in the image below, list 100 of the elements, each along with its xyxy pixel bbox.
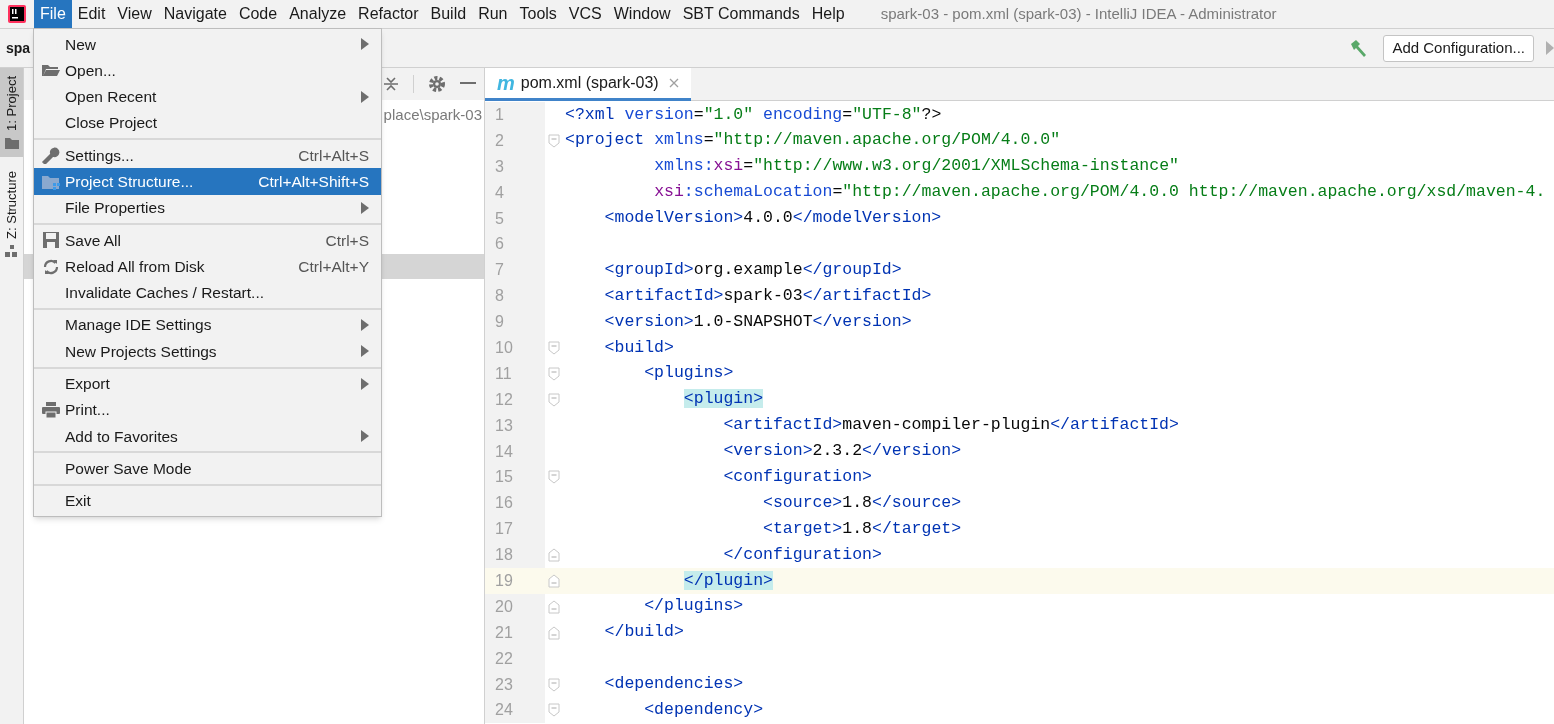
code-line: <artifactId>spark-03</artifactId>	[603, 284, 932, 307]
fold-marker-icon[interactable]	[548, 133, 560, 148]
menu-item[interactable]: Manage IDE Settings	[34, 311, 381, 339]
code-line: </plugins>	[643, 595, 744, 618]
line-number: 16	[495, 493, 513, 514]
code-line: <groupId>org.example</groupId>	[603, 258, 902, 281]
shortcut-label: Ctrl+Alt+S	[298, 145, 369, 166]
fold-marker-icon[interactable]	[548, 366, 560, 381]
line-number: 5	[495, 208, 504, 229]
project-path[interactable]: place\spark-03	[383, 103, 482, 127]
collapse-all-icon[interactable]	[383, 76, 399, 92]
editor-tab[interactable]: m pom.xml (spark-03)	[485, 68, 691, 101]
line-number: 17	[495, 519, 513, 540]
shortcut-label: Ctrl+S	[325, 230, 369, 251]
menu-item[interactable]: Exit	[34, 487, 381, 515]
menu-item[interactable]: Analyze	[283, 0, 353, 28]
menu-item[interactable]: Build	[424, 0, 473, 28]
menu-item[interactable]: Refactor	[352, 0, 425, 28]
line-number: 11	[495, 363, 512, 384]
code-line: <dependency>	[643, 699, 764, 722]
wrench-icon	[41, 146, 61, 165]
code-line: <artifactId>maven-compiler-plugin</artifactId>	[722, 414, 1179, 437]
fold-marker-icon[interactable]	[548, 677, 560, 692]
menu-item[interactable]: View	[111, 0, 158, 28]
code-line: <plugins>	[643, 362, 734, 385]
fold-marker-icon[interactable]	[548, 392, 560, 407]
menu-item[interactable]: Open...	[34, 57, 381, 84]
line-number: 23	[495, 674, 513, 695]
menu-item[interactable]: New	[34, 31, 381, 58]
minimize-icon[interactable]	[460, 82, 476, 86]
code-line: <project xmlns="http://maven.apache.org/POM/4.0.0"	[564, 129, 1061, 152]
line-number: 10	[495, 337, 513, 358]
menu-item[interactable]: File	[34, 0, 72, 28]
settings-icon[interactable]	[428, 75, 446, 93]
line-number: 14	[495, 441, 513, 462]
menu-item[interactable]: File Properties	[34, 194, 381, 222]
line-number: 24	[495, 700, 513, 721]
menu-item[interactable]: Export	[34, 370, 381, 397]
menu-item[interactable]: Settings... Ctrl+Alt+S	[34, 142, 381, 169]
line-number: 8	[495, 286, 504, 307]
line-number: 22	[495, 648, 513, 669]
line-number: 3	[495, 156, 504, 177]
line-number: 13	[495, 415, 513, 436]
line-number: 6	[495, 234, 504, 255]
code-line: <configuration>	[722, 466, 872, 489]
line-number: 15	[495, 467, 513, 488]
menu-item[interactable]: Save All Ctrl+S	[34, 227, 381, 254]
code-line: <version>2.3.2</version>	[722, 440, 962, 463]
fold-marker-icon[interactable]	[548, 470, 560, 485]
fold-marker-icon[interactable]	[548, 573, 560, 588]
code-line: xsi:schemaLocation="http://maven.apache.org/POM/4.0.0 http://maven.apache.org/xsd/maven-4.	[653, 181, 1546, 204]
reload-icon	[42, 257, 60, 276]
code-line: <?xml version="1.0" encoding="UTF-8"?>	[564, 103, 942, 126]
folder-icon	[41, 62, 61, 79]
menu-item[interactable]: Edit	[71, 0, 112, 28]
fold-marker-icon[interactable]	[548, 625, 560, 640]
menu-item[interactable]: Print...	[34, 396, 381, 424]
fold-marker-icon[interactable]	[548, 340, 560, 355]
shortcut-label: Ctrl+Alt+Y	[298, 256, 369, 277]
menu-item[interactable]: Invalidate Caches / Restart...	[34, 279, 381, 306]
code-line: <source>1.8</source>	[762, 491, 962, 514]
run-icon[interactable]	[1546, 40, 1554, 56]
tool-window-tab[interactable]: 1: Project	[0, 68, 23, 157]
line-number: 19	[495, 570, 513, 591]
code-line: <version>1.0-SNAPSHOT</version>	[603, 310, 912, 333]
project-name[interactable]: spa	[6, 37, 31, 59]
fold-marker-icon[interactable]	[548, 599, 560, 614]
line-number: 18	[495, 545, 513, 566]
menu-item[interactable]: Tools	[513, 0, 563, 28]
menu-item[interactable]: VCS	[562, 0, 608, 28]
menu-item[interactable]: Navigate	[157, 0, 233, 28]
code-line: <build>	[603, 336, 674, 359]
fold-marker-icon[interactable]	[548, 548, 560, 563]
line-number: 7	[495, 260, 504, 281]
window-title: spark-03 - pom.xml (spark-03) - IntelliJ IDEA - Administrator	[880, 3, 1277, 24]
line-number: 4	[495, 182, 504, 203]
menu-item[interactable]: SBT Commands	[676, 0, 806, 28]
menu-item[interactable]: Code	[232, 0, 284, 28]
folder-icon	[4, 136, 19, 149]
menu-item[interactable]: Help	[805, 0, 851, 28]
menu-item[interactable]: Reload All from Disk Ctrl+Alt+Y	[34, 253, 381, 280]
add-configuration-button[interactable]: Add Configuration...	[1383, 34, 1534, 62]
printer-icon	[41, 401, 61, 419]
close-icon[interactable]	[668, 78, 679, 88]
menu-item[interactable]: Open Recent	[34, 83, 381, 110]
line-number: 1	[495, 104, 504, 125]
menu-item[interactable]: New Projects Settings	[34, 338, 381, 365]
code-line: <dependencies>	[603, 673, 744, 696]
fold-marker-icon[interactable]	[548, 703, 560, 718]
menu-item[interactable]: Add to Favorites	[34, 423, 381, 450]
menu-item[interactable]: Close Project	[34, 109, 381, 137]
line-number: 21	[495, 622, 513, 643]
menu-item[interactable]: Run	[472, 0, 514, 28]
menu-item[interactable]: Power Save Mode	[34, 455, 381, 482]
menu-item[interactable]: Project Structure... Ctrl+Alt+Shift+S	[34, 168, 381, 195]
code-line: <modelVersion>4.0.0</modelVersion>	[603, 207, 942, 230]
line-number: 2	[495, 130, 504, 151]
tool-window-tab[interactable]: Z: Structure	[0, 162, 23, 265]
line-number: 20	[495, 596, 513, 617]
menu-item[interactable]: Window	[607, 0, 677, 28]
